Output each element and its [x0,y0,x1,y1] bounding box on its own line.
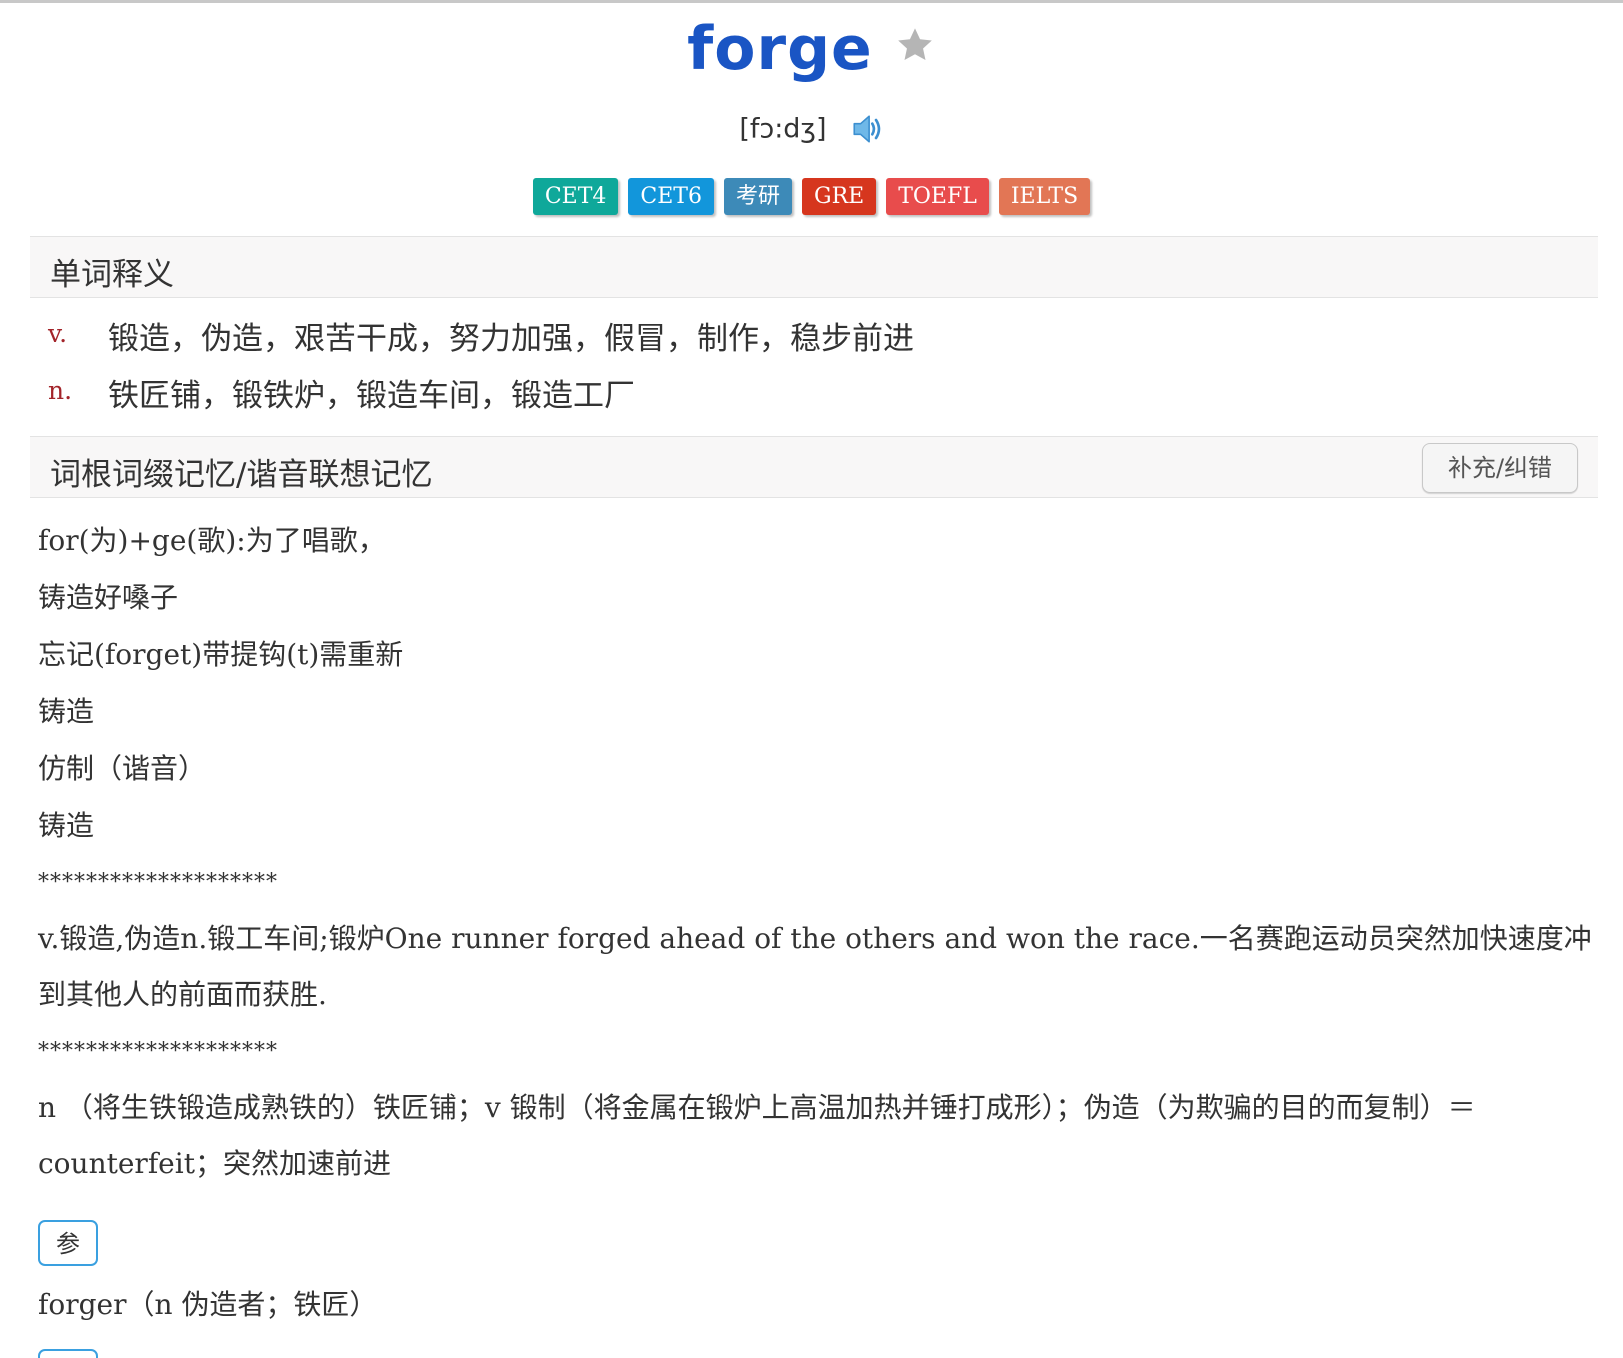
speaker-icon[interactable] [850,112,884,146]
memory-line: 忘记(forget)带提钩(t)需重新 [38,638,404,671]
definition-text: 铁匠铺，锻铁炉，锻造车间，锻造工厂 [108,378,635,414]
part-of-speech: v. [48,319,68,348]
memory-content: for(为)+ge(歌):为了唱歌， 铸造好嗓子 忘记(forget)带提钩(t… [38,512,1598,1192]
tag-ielts[interactable]: IELTS [998,178,1091,215]
tag-gre[interactable]: GRE [802,178,877,215]
tag-cet6[interactable]: CET6 [628,178,714,215]
star-icon[interactable] [894,24,936,66]
memory-line: for(为)+ge(歌):为了唱歌， [38,524,386,557]
definitions-title: 单词释义 [50,257,174,293]
exam-tags: CET4 CET6 考研 GRE TOEFL IELTS [0,178,1623,215]
memory-title: 词根词缀记忆/谐音联想记忆 [50,457,433,493]
correct-button[interactable]: 补充/纠错 [1422,443,1578,493]
tag-kaoyan[interactable]: 考研 [723,178,792,215]
definition-text: 锻造，伪造，艰苦干成，努力加强，假冒，制作，稳步前进 [108,321,914,357]
derived-line: forger（n 伪造者；铁匠） [38,1288,378,1321]
tag-cet4[interactable]: CET4 [532,178,619,215]
phonetic: [fɔ:dʒ] [739,113,827,145]
example-sentence: v.锻造,伪造n.锻工车间;锻炉One runner forged ahead … [38,922,1592,1011]
memory-line: 铸造 [38,809,95,842]
derived-word: forger（n 伪造者；铁匠） [38,1276,1598,1333]
word-header: forge [0,14,1623,94]
definitions-header: 单词释义 [30,236,1598,298]
memory-line: 仿制（谐音） [38,752,207,785]
memory-header: 词根词缀记忆/谐音联想记忆 补充/纠错 [30,436,1598,498]
reference-button-partial[interactable] [38,1349,98,1358]
definition-note: n （将生铁锻造成熟铁的）铁匠铺；v 锻制（将金属在锻炉上高温加热并锤打成形）；… [38,1091,1476,1180]
memory-line: 铸造 [38,695,95,728]
phonetic-row: [fɔ:dʒ] [0,112,1623,152]
memory-line: 铸造好嗓子 [38,581,179,614]
separator: ******************** [38,870,278,895]
part-of-speech: n. [48,376,73,405]
reference-button[interactable]: 参 [38,1220,98,1266]
tag-toefl[interactable]: TOEFL [886,178,989,215]
separator: ******************** [38,1039,278,1064]
top-border [0,0,1623,3]
word-title: forge [687,14,873,84]
